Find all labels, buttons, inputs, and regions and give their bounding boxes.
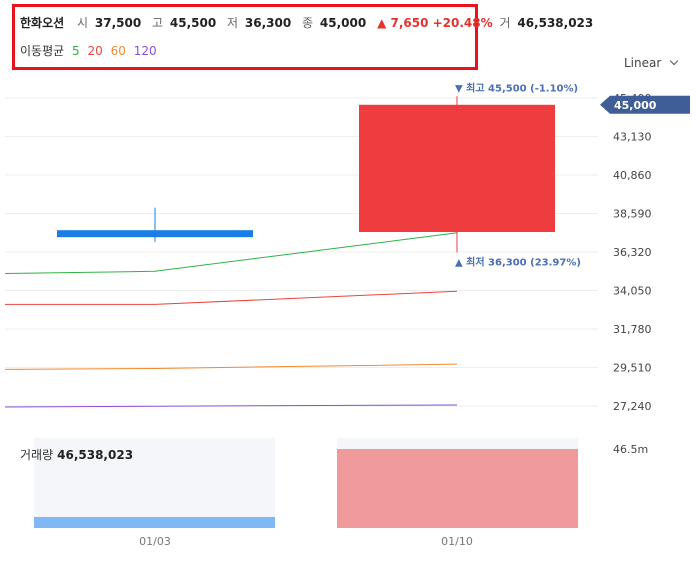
stock-name: 한화오션 — [20, 16, 65, 30]
price-info-row: 한화오션 시 37,500 고 45,500 저 36,300 종 45,000… — [20, 14, 600, 31]
open-label: 시 — [77, 16, 89, 30]
price-tick-label: 43,130 — [613, 131, 652, 144]
volume-panel-value: 46,538,023 — [57, 448, 134, 462]
volume-bar — [34, 516, 275, 528]
chevron-down-icon — [669, 56, 679, 66]
candle-body — [359, 104, 555, 232]
date-axis: 01/03 01/10 — [139, 535, 473, 548]
low-annotation: ▲ 최저 36,300 (23.97%) — [455, 255, 581, 268]
price-tick-label: 31,780 — [613, 323, 652, 336]
date-tick-label: 01/10 — [441, 535, 473, 548]
volume-panel-title: 거래량 — [20, 448, 54, 462]
price-tick-label: 27,240 — [613, 400, 652, 413]
low-label: 저 — [227, 16, 239, 30]
price-chart[interactable]: ▼ 최고 45,500 (-1.10%) ▲ 최저 36,300 (23.97%)… — [0, 0, 696, 577]
ma-60-label[interactable]: 60 — [111, 44, 126, 58]
close-label: 종 — [302, 16, 314, 30]
candle-body — [57, 230, 253, 238]
ma-120-label[interactable]: 120 — [134, 44, 157, 58]
ma-20-line — [5, 290, 458, 305]
price-tick-label: 38,590 — [613, 208, 652, 221]
ma-5-line — [4, 232, 458, 274]
close-value: 45,000 — [319, 16, 367, 30]
high-value: 45,500 — [169, 16, 217, 30]
scale-selector-button[interactable]: Linear — [624, 56, 679, 70]
volume-panel-label: 거래량 46,538,023 — [20, 446, 133, 463]
price-tick-label: 29,510 — [613, 362, 652, 375]
current-price-label: 45,000 — [614, 99, 657, 112]
price-axis: 45,40043,13040,86038,59036,32034,05031,7… — [600, 92, 690, 413]
ma-60-line — [4, 363, 458, 370]
scale-label: Linear — [624, 56, 662, 70]
candles — [57, 96, 555, 253]
volume-label: 거 — [499, 16, 511, 30]
low-value: 36,300 — [244, 16, 292, 30]
high-annotation: ▼ 최고 45,500 (-1.10%) — [455, 81, 578, 94]
date-tick-label: 01/03 — [139, 535, 171, 548]
ma-5-label[interactable]: 5 — [72, 44, 80, 58]
moving-average-lines — [4, 232, 458, 408]
change-value: ▲ 7,650 +20.48% — [377, 16, 493, 30]
high-label: 고 — [152, 16, 164, 30]
volume-value: 46,538,023 — [517, 16, 594, 30]
volume-axis-label: 46.5m — [613, 443, 648, 456]
ma-legend-title: 이동평균 — [20, 44, 65, 58]
price-tick-label: 34,050 — [613, 285, 652, 298]
ma-20-label[interactable]: 20 — [87, 44, 102, 58]
price-tick-label: 40,860 — [613, 169, 652, 182]
open-value: 37,500 — [94, 16, 142, 30]
volume-bar — [337, 448, 578, 528]
ma-legend: 이동평균 5 20 60 120 — [20, 42, 161, 59]
price-tick-label: 36,320 — [613, 246, 652, 259]
